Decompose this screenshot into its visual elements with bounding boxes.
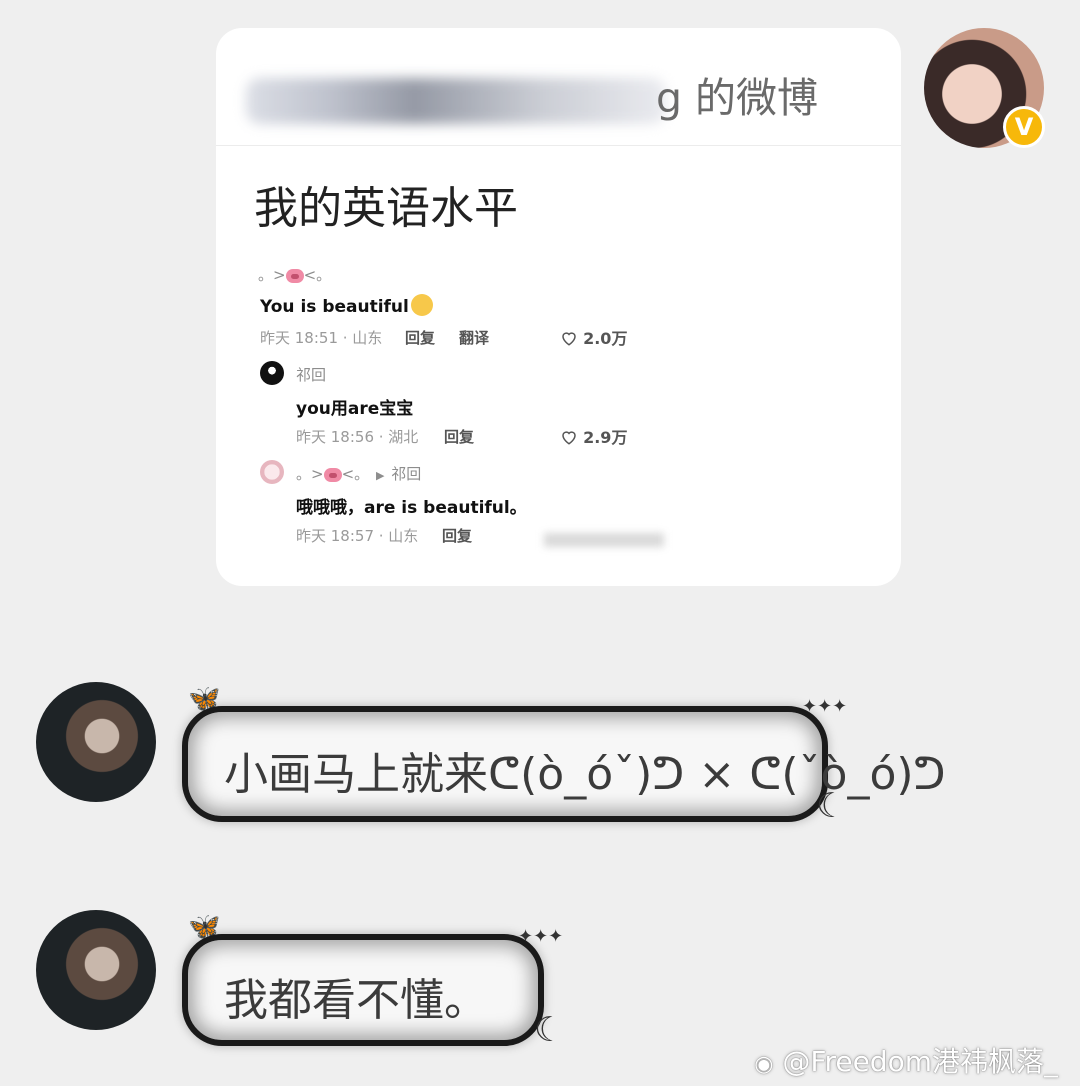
pig-face-icon — [285, 268, 304, 283]
reply-text: you用are宝宝 — [296, 399, 414, 419]
card-source-title: g 的微博 — [656, 74, 819, 122]
message-bubble[interactable]: 小画马上就来ᕦ(ò_óˇ)ᕤ × ᕦ(ˇò_ó)ᕤ — [182, 706, 946, 822]
like-button[interactable]: 2.9万 — [560, 424, 627, 448]
sparkle-icon: ✦✦✦ — [802, 696, 848, 717]
weibo-logo-icon: ◉ — [754, 1052, 774, 1077]
avatar[interactable] — [260, 361, 284, 385]
verified-badge-icon: V — [1003, 106, 1045, 148]
moon-icon: ☾ — [816, 786, 847, 826]
reply-meta: 昨天 18:57 · 山东 — [296, 527, 419, 545]
pig-face-icon — [323, 467, 342, 482]
reply-button[interactable]: 回复 — [444, 426, 474, 447]
avatar[interactable] — [36, 910, 156, 1030]
heart-icon — [562, 431, 576, 445]
blurred-content — [544, 533, 664, 547]
shared-post-card[interactable]: g 的微博 我的英语水平 。> <。 You is beautiful 昨天 18… — [216, 28, 901, 586]
heart-icon — [562, 332, 576, 346]
blurred-account-name — [246, 78, 666, 124]
comment-text: You is beautiful — [260, 294, 433, 317]
reply-button[interactable]: 回复 — [405, 327, 435, 348]
like-count: 2.9万 — [583, 428, 628, 447]
card-header: g 的微博 — [216, 28, 901, 146]
watermark: ◉ @Freedom港祎枫落_ — [754, 1045, 1058, 1078]
sparkle-icon: ✦✦✦ — [518, 926, 564, 947]
smile-emoji-icon — [410, 294, 433, 316]
translate-button[interactable]: 翻译 — [459, 327, 489, 348]
reply-arrow-icon: ▶ — [375, 469, 385, 482]
message-bubble[interactable]: 我都看不懂。 — [182, 934, 544, 1046]
post-title: 我的英语水平 — [254, 183, 518, 234]
like-count: 2.0万 — [583, 329, 628, 348]
comment-author[interactable]: 。> <。 — [258, 264, 331, 285]
reply-meta: 昨天 18:56 · 湖北 — [296, 428, 419, 446]
reply-button[interactable]: 回复 — [442, 525, 472, 546]
like-button[interactable]: 2.0万 — [560, 325, 627, 349]
message-text: 我都看不懂。 — [224, 975, 488, 1026]
reply-text: 哦哦哦，are is beautiful。 — [296, 498, 527, 518]
avatar[interactable] — [260, 460, 284, 484]
moon-icon: ☾ — [534, 1010, 565, 1050]
avatar[interactable] — [36, 682, 156, 802]
comment-meta: 昨天 18:51 · 山东 — [260, 329, 383, 347]
reply-author[interactable]: 祁回 — [296, 364, 326, 385]
reply-author[interactable]: 。> <。 ▶ 祁回 — [296, 463, 421, 484]
